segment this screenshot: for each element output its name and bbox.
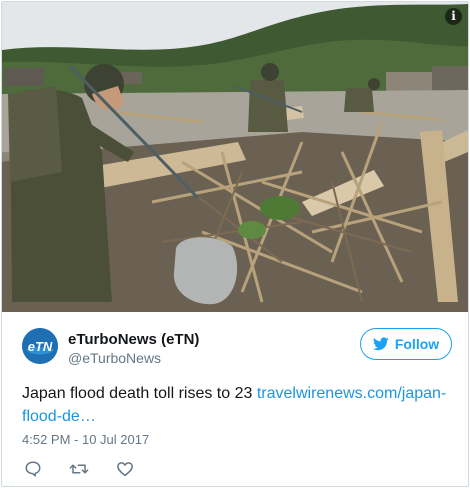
- twitter-bird-icon: [372, 337, 389, 351]
- reply-icon: [25, 461, 41, 477]
- tweet-timestamp[interactable]: 4:52 PM - 10 Jul 2017: [22, 432, 149, 447]
- tweet-text-body: Japan flood death toll rises to 23: [22, 385, 257, 402]
- author-names[interactable]: eTurboNews (eTN) @eTurboNews: [68, 330, 199, 367]
- like-button[interactable]: [114, 458, 136, 480]
- retweet-button[interactable]: [68, 458, 90, 480]
- reply-button[interactable]: [22, 458, 44, 480]
- retweet-icon: [69, 464, 89, 474]
- user-handle[interactable]: @eTurboNews: [68, 349, 199, 367]
- display-name[interactable]: eTurboNews (eTN): [68, 330, 199, 349]
- flood-debris-photo: [2, 2, 468, 312]
- tweet-actions: [22, 458, 136, 480]
- tweet-photo[interactable]: i: [2, 2, 468, 312]
- follow-label: Follow: [394, 336, 440, 352]
- tweet-text: Japan flood death toll rises to 23 trave…: [22, 382, 452, 428]
- avatar-text: eTN: [28, 339, 53, 354]
- info-icon[interactable]: i: [445, 8, 462, 25]
- tweet-header: eTN eTurboNews (eTN) @eTurboNews Follow: [22, 328, 452, 372]
- like-icon: [117, 462, 133, 477]
- etn-logo: eTN: [22, 328, 58, 364]
- follow-button[interactable]: Follow: [360, 328, 452, 360]
- avatar[interactable]: eTN: [22, 328, 58, 364]
- tweet-card: i eTN eTurboNews (eTN) @eTurboNews Follo…: [1, 1, 469, 487]
